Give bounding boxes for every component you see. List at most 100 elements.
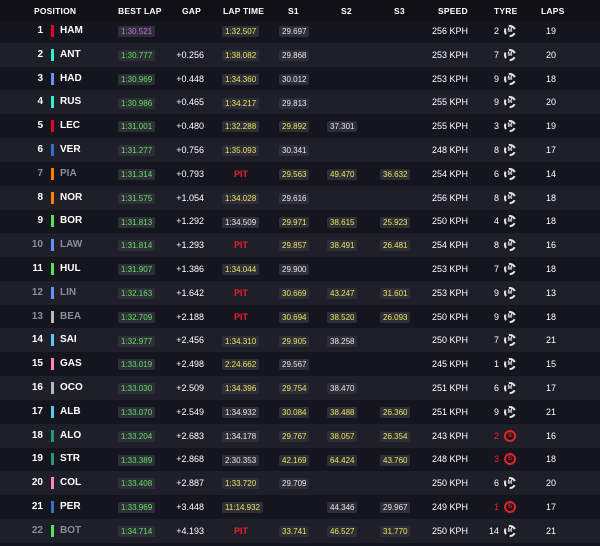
- sector-1: 29.892: [279, 121, 310, 133]
- driver-code: BOT: [60, 524, 82, 536]
- col-best-lap[interactable]: BEST LAP: [118, 6, 162, 16]
- table-row[interactable]: 6 VER 1:31.277 +0.756 1:35.093 30.341 248 KPH 8…: [0, 138, 600, 162]
- best-lap: 1:33.070: [118, 406, 156, 418]
- sector-1: 29.563: [279, 168, 310, 180]
- sector-2: 46.527: [327, 525, 358, 537]
- best-lap: 1:30.986: [118, 97, 156, 109]
- col-tyre[interactable]: TYRE: [494, 6, 517, 16]
- speed: 250 KPH: [431, 525, 468, 536]
- tyre-age: 1: [493, 359, 499, 370]
- sector-3: 25.923: [380, 216, 411, 228]
- driver-code: ALO: [60, 429, 82, 441]
- sector-3: 36.632: [380, 168, 411, 180]
- medium-tyre-icon: M: [504, 239, 516, 252]
- table-row[interactable]: 1 HAM 1:30.521 1:32.507 29.697 256 KPH 2 M 19: [0, 19, 600, 43]
- speed: 251 KPH: [431, 406, 468, 417]
- team-color-bar: [51, 191, 54, 204]
- best-lap: 1:33.969: [118, 502, 156, 514]
- table-row[interactable]: 4 RUS 1:30.986 +0.465 1:34.217 29.813 255 KPH 9…: [0, 90, 600, 115]
- speed: 245 KPH: [431, 359, 468, 370]
- col-s1[interactable]: S1: [288, 6, 299, 16]
- col-speed[interactable]: SPEED: [438, 6, 468, 16]
- sector-3: 26.354: [380, 430, 411, 442]
- tyre-age: 6: [493, 168, 499, 179]
- lap-time: 11:14.932: [222, 502, 263, 514]
- position: 19: [31, 453, 43, 465]
- table-row[interactable]: 20 COL 1:33.408 +2.887 1:33.720 29.709 250 KPH…: [0, 471, 600, 496]
- best-lap: 1:33.019: [118, 359, 156, 371]
- table-row[interactable]: 5 LEC 1:31.001 +0.480 1:32.288 29.892 37.301 25…: [0, 114, 600, 138]
- medium-tyre-icon: M: [504, 334, 516, 347]
- laps: 16: [545, 430, 556, 441]
- gap: +2.868: [176, 454, 204, 465]
- table-row[interactable]: 7 PIA 1:31.314 +0.793 PIT 29.563 49.470 36.632 2…: [0, 162, 600, 186]
- col-s2[interactable]: S2: [341, 6, 352, 16]
- speed: 249 KPH: [431, 502, 468, 512]
- tyre-age: 6: [493, 478, 499, 489]
- tyre-age: 9: [493, 97, 499, 108]
- tyre-age: 2: [493, 430, 499, 441]
- team-color-bar: [51, 382, 54, 394]
- col-laps[interactable]: LAPS: [541, 6, 564, 16]
- team-color-bar: [51, 48, 54, 61]
- table-row[interactable]: 13 BEA 1:32.709 +2.188 PIT 30.694 38.520 26.093…: [0, 305, 600, 329]
- lap-time: 1:34.360: [222, 73, 260, 85]
- soft-tyre-icon: S: [504, 429, 516, 442]
- gap: +0.793: [176, 168, 204, 179]
- gap: +1.386: [176, 264, 204, 274]
- position: 5: [37, 120, 43, 132]
- sector-1: 29.857: [279, 240, 310, 252]
- position: 18: [31, 429, 43, 441]
- table-row[interactable]: 12 LIN 1:32.163 +1.642 PIT 30.669 43.247 31.601…: [0, 280, 600, 305]
- medium-tyre-icon: M: [504, 405, 516, 418]
- position: 9: [37, 215, 43, 227]
- best-lap: 1:34.714: [118, 525, 156, 537]
- table-row[interactable]: 22 BOT 1:34.714 +4.193 PIT 33.741 46.527 31.770…: [0, 518, 600, 543]
- position: 7: [37, 167, 43, 179]
- sector-2: 38.470: [327, 383, 358, 395]
- table-row[interactable]: 11 HUL 1:31.907 +1.386 1:34.044 29.900 253 KPH…: [0, 257, 600, 281]
- table-row[interactable]: 18 ALO 1:33.204 +2.683 1:34.178 29.767 38.057 2…: [0, 423, 600, 448]
- lap-time: 1:34.310: [222, 335, 260, 347]
- speed: 248 KPH: [431, 454, 468, 465]
- table-row[interactable]: 17 ALB 1:33.070 +2.549 1:34.932 30.084 38.488 2…: [0, 400, 600, 424]
- speed: 253 KPH: [431, 264, 468, 274]
- table-row[interactable]: 2 ANT 1:30.777 +0.256 1:38.082 29.868 253 KPH 7…: [0, 42, 600, 67]
- team-color-bar: [51, 310, 54, 323]
- team-color-bar: [51, 215, 54, 228]
- tyre-age: 2: [493, 26, 499, 36]
- tyre-age: 9: [493, 73, 499, 84]
- sector-2: 38.057: [327, 430, 358, 442]
- col-position[interactable]: POSITION: [34, 6, 76, 16]
- table-row[interactable]: 9 BOR 1:31.813 +1.292 1:34.509 29.971 38.615 25…: [0, 209, 600, 233]
- sector-1: 29.709: [279, 478, 310, 490]
- table-row[interactable]: 3 HAD 1:30.969 +0.448 1:34.360 30.012 253 KPH 9…: [0, 67, 600, 91]
- speed: 243 KPH: [431, 430, 468, 441]
- speed: 255 KPH: [431, 97, 468, 108]
- speed: 253 KPH: [431, 73, 468, 84]
- table-row[interactable]: 21 PER 1:33.969 +3.448 11:14.932 44.346 29.967…: [0, 495, 600, 519]
- table-row[interactable]: 15 GAS 1:33.019 +2.498 2:24.662 29.567 245 KPH…: [0, 352, 600, 376]
- gap: +0.756: [176, 145, 204, 155]
- laps: 18: [545, 264, 556, 274]
- lap-time: PIT: [234, 168, 249, 179]
- table-row[interactable]: 10 LAW 1:31.814 +1.293 PIT 29.857 38.491 26.481…: [0, 233, 600, 258]
- tyre-age: 8: [493, 145, 499, 155]
- medium-tyre-icon: M: [504, 96, 516, 109]
- table-row[interactable]: 14 SAI 1:32.977 +2.456 1:34.310 29.905 38.258 2…: [0, 328, 600, 353]
- col-lap-time[interactable]: LAP TIME: [223, 6, 264, 16]
- laps: 18: [545, 454, 556, 465]
- position: 10: [31, 239, 43, 251]
- col-s3[interactable]: S3: [394, 6, 405, 16]
- team-color-bar: [51, 477, 54, 490]
- team-color-bar: [51, 405, 54, 418]
- sector-1: 30.694: [279, 311, 310, 323]
- table-row[interactable]: 19 STR 1:33.389 +2.868 2:30.353 42.169 64.424 4…: [0, 447, 600, 471]
- driver-code: LEC: [60, 120, 80, 132]
- table-row[interactable]: 16 OCO 1:33.030 +2.509 1:34.396 29.754 38.470 2…: [0, 376, 600, 400]
- col-gap[interactable]: GAP: [182, 6, 201, 16]
- tyre-age: 4: [493, 216, 499, 227]
- speed: 250 KPH: [431, 216, 468, 227]
- medium-tyre-icon: M: [504, 310, 516, 323]
- table-row[interactable]: 8 NOR 1:31.575 +1.054 1:34.028 29.616 256 KPH 8…: [0, 185, 600, 210]
